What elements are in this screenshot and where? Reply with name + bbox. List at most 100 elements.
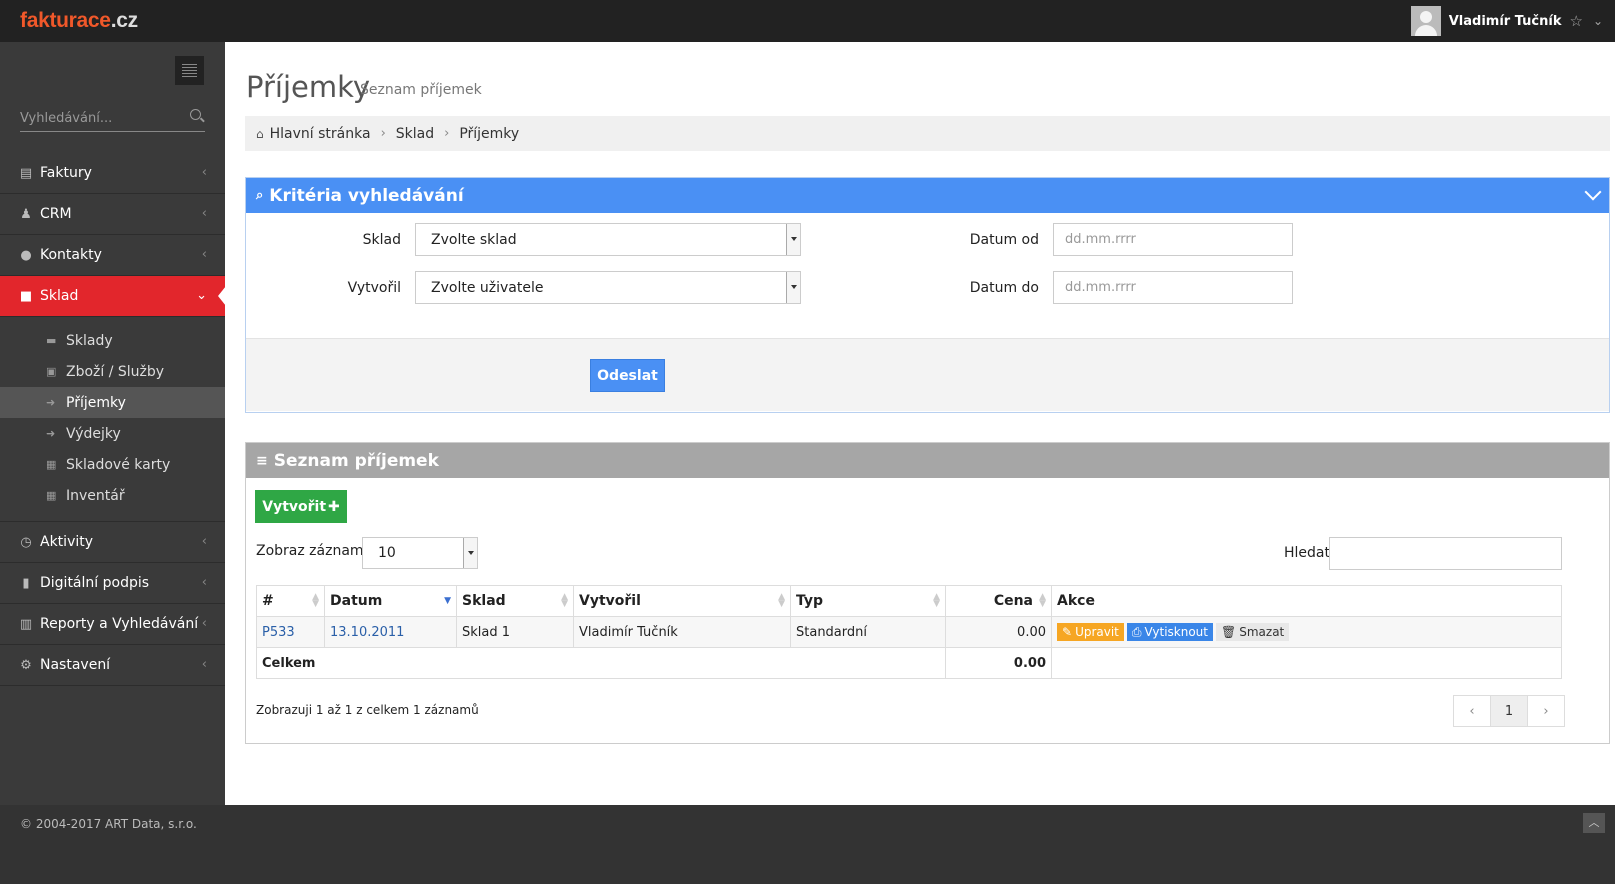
user-menu[interactable]: Vladimír Tučník ☆ ⌄ bbox=[1410, 6, 1603, 36]
column-header-label: Datum bbox=[330, 593, 383, 609]
sidebar-item-sklad[interactable]: ■ Sklad ⌄ bbox=[0, 276, 226, 317]
gift-icon: ▣ bbox=[46, 365, 57, 378]
chevron-down-icon: ⌄ bbox=[196, 288, 207, 303]
submit-button[interactable]: Odeslat bbox=[590, 359, 665, 392]
sidebar-subitem-label: Zboží / Služby bbox=[66, 363, 165, 380]
delete-button[interactable]: 🗑 Smazat bbox=[1216, 623, 1290, 641]
brand-tld: .cz bbox=[110, 9, 138, 32]
sidebar-item-digitalni-podpis[interactable]: ▮ Digitální podpis ‹ bbox=[0, 563, 225, 604]
chevron-left-icon: ‹ bbox=[201, 247, 207, 262]
sort-icon: ▲ ▼ bbox=[561, 592, 568, 609]
chevron-left-icon: ‹ bbox=[201, 206, 207, 221]
breadcrumb-item-sklad[interactable]: Sklad bbox=[396, 126, 434, 142]
person-icon: ♟ bbox=[20, 206, 32, 222]
search-form-footer: Odeslat bbox=[246, 338, 1609, 411]
sidebar-subitem-label: Příjemky bbox=[66, 394, 126, 411]
top-bar: fakturace.cz Vladimír Tučník ☆ ⌄ bbox=[0, 0, 1615, 42]
column-header-date[interactable]: Datum ▼ bbox=[324, 585, 457, 617]
brand-logo[interactable]: fakturace.cz bbox=[20, 9, 138, 33]
sidebar-subitem-inventar[interactable]: ▦ Inventář bbox=[0, 480, 225, 511]
column-header-label: Typ bbox=[796, 593, 824, 609]
scroll-to-top-button[interactable]: ︿ bbox=[1583, 813, 1605, 833]
receipt-date-link[interactable]: 13.10.2011 bbox=[330, 625, 404, 640]
column-header-price[interactable]: Cena ▲ ▼ bbox=[945, 585, 1052, 617]
column-header-label: Akce bbox=[1057, 593, 1095, 609]
sidebar-item-label: Faktury bbox=[40, 165, 92, 181]
table-search-input[interactable] bbox=[1329, 537, 1562, 570]
sidebar-menu: ▤ Faktury ‹ ♟ CRM ‹ ● Kontakty ‹ ■ Sklad… bbox=[0, 153, 226, 686]
page-size-select[interactable]: 10 bbox=[362, 537, 478, 569]
column-header-type[interactable]: Typ ▲ ▼ bbox=[790, 585, 946, 617]
table-header-row: # ▲ ▼ Datum ▼ Sklad ▲ ▼ Vytvořil ▲ ▼ Typ ▲ ▼ Cena… bbox=[256, 585, 1562, 617]
home-icon[interactable]: ⌂ bbox=[256, 127, 264, 141]
pagination-page-1[interactable]: 1 bbox=[1491, 696, 1528, 726]
column-header-label: Cena bbox=[993, 593, 1033, 609]
receipt-id-link[interactable]: P533 bbox=[262, 625, 295, 640]
sidebar-item-label: Aktivity bbox=[40, 534, 94, 550]
column-header-warehouse[interactable]: Sklad ▲ ▼ bbox=[456, 585, 574, 617]
trash-icon: 🗑 bbox=[1221, 625, 1237, 639]
sort-icon: ▲ ▼ bbox=[778, 592, 785, 609]
column-header-label: Sklad bbox=[462, 593, 506, 609]
chevron-left-icon: ‹ bbox=[201, 657, 207, 672]
column-header-actions: Akce bbox=[1051, 585, 1562, 617]
menu-toggle-button[interactable] bbox=[175, 56, 204, 85]
warehouse-select[interactable]: Zvolte sklad bbox=[415, 223, 801, 256]
table-row: P533 13.10.2011 Sklad 1 Vladimír Tučník … bbox=[256, 616, 1562, 648]
warehouse-label: Sklad bbox=[362, 232, 401, 248]
chevron-down-icon[interactable]: ⌄ bbox=[1593, 14, 1603, 28]
search-icon: ⌕ bbox=[256, 188, 264, 203]
search-panel-header[interactable]: ⌕ Kritéria vyhledávání bbox=[246, 178, 1609, 213]
creator-select[interactable]: Zvolte uživatele bbox=[415, 271, 801, 304]
footer: © 2004-2017 ART Data, s.r.o. ︿ bbox=[0, 805, 1615, 884]
sidebar-subitem-vydejky[interactable]: ➜ Výdejky bbox=[0, 418, 225, 449]
pagination-next-button[interactable]: › bbox=[1528, 696, 1564, 726]
sidebar-subitem-prijemky[interactable]: ➜ Příjemky bbox=[0, 387, 225, 418]
pagination-prev-button[interactable]: ‹ bbox=[1454, 696, 1491, 726]
sidebar-search-input[interactable] bbox=[20, 106, 180, 130]
breadcrumb-item-prijemky: Příjemky bbox=[459, 125, 520, 142]
cell-number[interactable]: P533 bbox=[256, 616, 325, 648]
column-header-number[interactable]: # ▲ ▼ bbox=[256, 585, 325, 617]
sidebar-item-label: Sklad bbox=[40, 288, 79, 304]
sidebar-item-aktivity[interactable]: ◷ Aktivity ‹ bbox=[0, 522, 225, 563]
gears-icon: ⚙ bbox=[20, 657, 32, 673]
sidebar-item-label: Digitální podpis bbox=[40, 575, 150, 591]
create-button-label: Vytvořit bbox=[262, 498, 327, 515]
edit-button[interactable]: ✎ Upravit bbox=[1057, 623, 1124, 641]
list-panel-header: ≡ Seznam příjemek bbox=[246, 443, 1609, 478]
clock-icon: ◷ bbox=[20, 534, 32, 550]
copyright: © 2004-2017 ART Data, s.r.o. bbox=[20, 817, 197, 831]
search-icon[interactable] bbox=[190, 109, 201, 120]
table-total-row: Celkem 0.00 bbox=[256, 647, 1562, 679]
sidebar-subitem-zbozi[interactable]: ▣ Zboží / Služby bbox=[0, 356, 225, 387]
cell-warehouse: Sklad 1 bbox=[456, 616, 574, 648]
total-empty-cell bbox=[1051, 647, 1562, 679]
cell-actions: ✎ Upravit ⎙ Vytisknout 🗑 Smazat bbox=[1051, 616, 1562, 648]
table-search-label: Hledat: bbox=[1284, 545, 1335, 561]
sort-icon: ▲ ▼ bbox=[933, 592, 940, 609]
date-to-input[interactable]: dd.mm.rrrr bbox=[1053, 271, 1293, 304]
cell-price: 0.00 bbox=[945, 616, 1052, 648]
list-panel-title: Seznam příjemek bbox=[273, 450, 439, 471]
sidebar-item-label: Reporty a Vyhledávání bbox=[40, 616, 199, 632]
user-name: Vladimír Tučník bbox=[1448, 13, 1562, 29]
print-button[interactable]: ⎙ Vytisknout bbox=[1126, 623, 1213, 641]
sidebar-item-faktury[interactable]: ▤ Faktury ‹ bbox=[0, 153, 225, 194]
breadcrumb-item-home[interactable]: Hlavní stránka bbox=[270, 126, 371, 142]
sidebar-item-nastaveni[interactable]: ⚙ Nastavení ‹ bbox=[0, 645, 225, 686]
pencil-icon: ✎ bbox=[1062, 625, 1073, 639]
sidebar-subitem-sklady[interactable]: ▬ Sklady bbox=[0, 325, 225, 356]
column-header-creator[interactable]: Vytvořil ▲ ▼ bbox=[573, 585, 791, 617]
create-button[interactable]: Vytvořit ✚ bbox=[255, 490, 347, 523]
sidebar-item-kontakty[interactable]: ● Kontakty ‹ bbox=[0, 235, 225, 276]
chevron-right-icon: › bbox=[380, 126, 386, 141]
date-from-input[interactable]: dd.mm.rrrr bbox=[1053, 223, 1293, 256]
page-size-label: Zobraz záznamů bbox=[256, 543, 373, 559]
sidebar-item-crm[interactable]: ♟ CRM ‹ bbox=[0, 194, 225, 235]
sidebar-subitem-skladove-karty[interactable]: ▦ Skladové karty bbox=[0, 449, 225, 480]
chevron-down-icon[interactable] bbox=[1584, 183, 1602, 201]
sidebar-item-reporty[interactable]: ▥ Reporty a Vyhledávání ‹ bbox=[0, 604, 225, 645]
bar-chart-icon: ▥ bbox=[19, 616, 33, 632]
star-icon[interactable]: ☆ bbox=[1569, 12, 1582, 30]
